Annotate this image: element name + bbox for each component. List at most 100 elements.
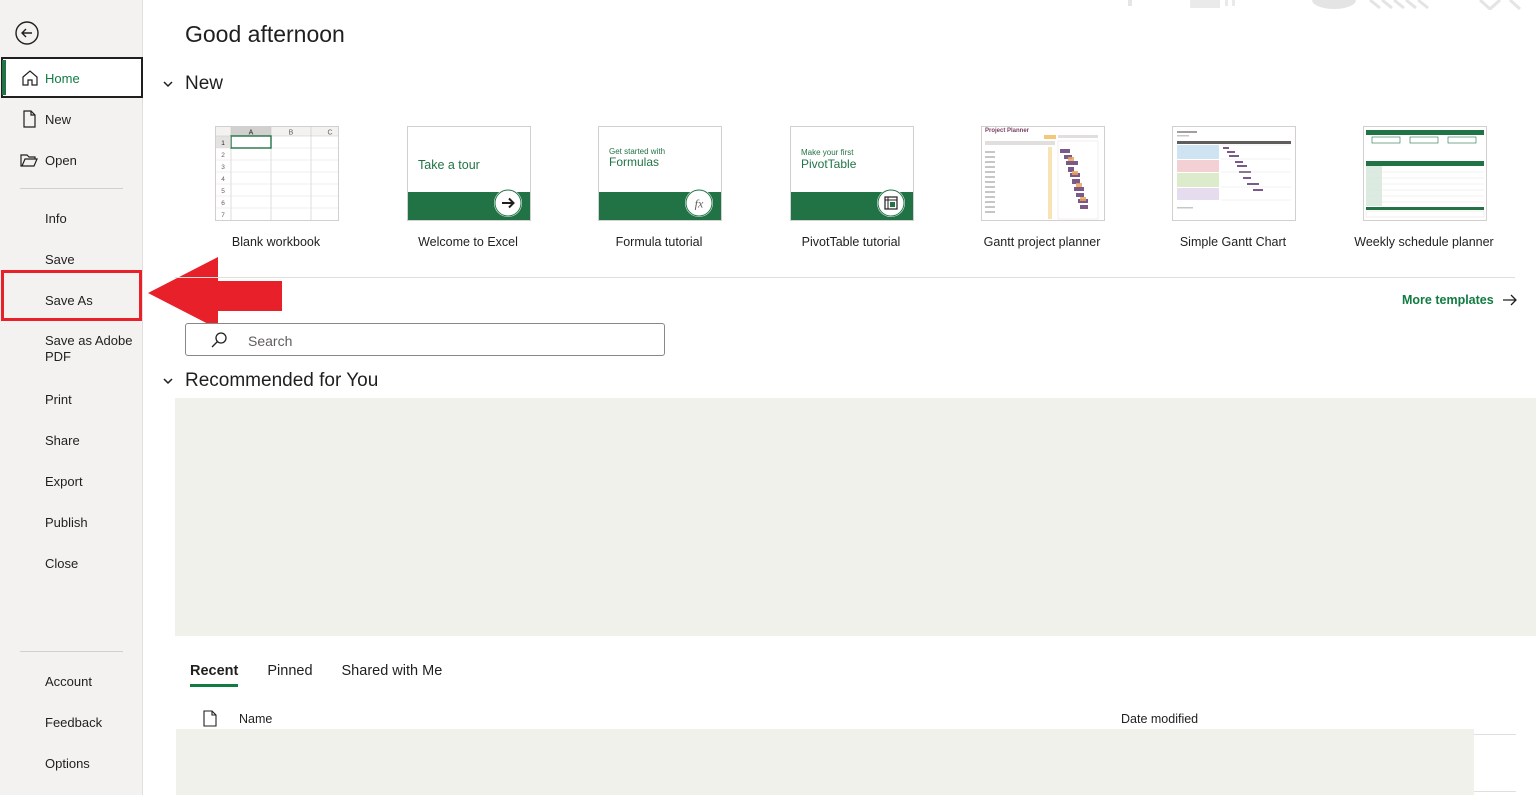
file-icon [203,710,217,727]
template-label: Blank workbook [231,235,321,249]
file-list-panel [176,729,1474,795]
template-label: Simple Gantt Chart [1179,235,1287,249]
template-thumbnail [1172,126,1296,221]
greeting-title: Good afternoon [185,21,345,47]
sidebar-item-label: Home [45,71,80,86]
template-weekly-schedule-planner[interactable]: Weekly schedule planner [1354,126,1494,249]
sidebar-item-export[interactable]: Export [0,473,143,489]
grid-col-header: C [327,130,332,137]
template-thumbnail: A B C 1 2 3 4 5 6 7 [215,126,339,221]
template-label: PivotTable tutorial [801,235,901,249]
sidebar-item-save[interactable]: Save [0,251,143,267]
sidebar-item-label: Info [45,210,67,226]
function-fx-icon: fx [685,189,713,217]
recommended-panel [175,398,1536,636]
sidebar-item-close[interactable]: Close [0,555,143,571]
template-search-box[interactable] [185,323,665,356]
grid-row-header: 7 [221,212,225,219]
column-header-date-modified[interactable]: Date modified [1121,712,1198,726]
tab-recent[interactable]: Recent [190,663,239,687]
template-thumbnail [1363,126,1487,221]
thumb-big-text: PivotTable [801,157,857,171]
sidebar-item-label: Print [45,391,72,407]
recommended-section-title: Recommended for You [185,370,379,391]
gantt-graphic [985,135,1099,220]
sidebar-item-account[interactable]: Account [0,673,143,689]
new-section-title: New [185,73,224,94]
weekly-schedule-graphic [1365,130,1485,218]
chevron-down-icon[interactable] [161,374,175,388]
template-simple-gantt-chart[interactable]: Simple Gantt Chart [1172,126,1296,249]
list-divider [1474,791,1516,792]
chevron-down-icon[interactable] [161,77,175,91]
more-templates-link[interactable]: More templates [1402,293,1518,307]
new-file-icon [23,110,36,128]
grid-col-header: A [249,130,254,137]
tab-pinned[interactable]: Pinned [267,663,312,684]
sidebar-item-label: Save [45,251,75,267]
list-divider [1474,734,1516,735]
template-formula-tutorial[interactable]: Get started with Formulas fx Formula tut… [598,126,722,249]
svg-text:fx: fx [695,197,704,211]
search-icon [211,332,227,348]
template-thumbnail: Project Planner [981,126,1105,221]
sidebar-item-label: Share [45,432,80,448]
column-header-name[interactable]: Name [239,712,272,726]
header-decoration [1128,0,1522,10]
grid-row-header: 5 [221,188,225,195]
sidebar-item-label: Publish [45,514,88,530]
sidebar-item-home[interactable]: Home [1,57,143,98]
template-welcome-to-excel[interactable]: Take a tour Welcome to Excel [407,126,531,249]
template-label: Weekly schedule planner [1354,235,1494,249]
sidebar-item-label: Save as Adobe PDF [45,333,133,364]
sidebar-item-label: Options [45,755,90,771]
template-pivottable-tutorial[interactable]: Make your first PivotTable PivotTable tu… [790,126,914,249]
save-as-highlight-box [1,270,142,321]
folder-open-icon [20,154,38,167]
sidebar-item-share[interactable]: Share [0,432,143,448]
red-arrow-annotation-icon [148,257,282,329]
arrow-right-icon [494,189,522,217]
pivot-table-icon [877,189,905,217]
sidebar-divider [20,188,123,189]
simple-gantt-graphic [1177,131,1291,209]
sidebar-item-label: Close [45,555,79,571]
template-thumbnail: Make your first PivotTable [790,126,914,221]
sidebar-item-label: Export [45,473,83,489]
blank-grid-graphic: A B C 1 2 3 4 5 6 7 [216,127,338,220]
more-templates-label: More templates [1402,293,1494,307]
grid-row-header: 2 [221,152,225,159]
arrow-right-icon [1502,294,1517,306]
file-tabs: Recent Pinned Shared with Me [190,663,471,687]
sidebar-item-open[interactable]: Open [0,151,143,169]
template-thumbnail: Get started with Formulas fx [598,126,722,221]
thumb-text: Take a tour [418,158,480,172]
sidebar-item-publish[interactable]: Publish [0,514,143,530]
sidebar-divider [20,651,123,652]
template-thumbnail: Take a tour [407,126,531,221]
tab-shared-with-me[interactable]: Shared with Me [342,663,443,684]
template-label: Formula tutorial [615,235,703,249]
sidebar-item-print[interactable]: Print [0,391,143,407]
template-label: Welcome to Excel [418,235,518,249]
sidebar-item-feedback[interactable]: Feedback [0,714,143,730]
sidebar-item-options[interactable]: Options [0,755,143,771]
grid-row-header: 3 [221,164,225,171]
back-arrow-icon[interactable] [14,20,40,46]
template-gantt-project-planner[interactable]: Project Planner Gantt project planner [981,126,1105,249]
thumb-small-text: Make your first [801,148,854,157]
grid-row-header: 6 [221,200,225,207]
sidebar-item-label: Account [45,673,92,689]
grid-row-header: 1 [221,140,225,147]
sidebar-item-label: Open [45,153,77,168]
template-blank-workbook[interactable]: A B C 1 2 3 4 5 6 7 Blank workbook [215,126,339,249]
sidebar-item-save-as-adobe-pdf[interactable]: Save as Adobe PDF [0,333,143,367]
sidebar-item-new[interactable]: New [0,110,143,128]
sidebar-item-info[interactable]: Info [0,210,143,226]
thumb-big-text: Formulas [609,155,660,169]
search-input[interactable] [246,330,650,352]
home-icon [22,70,38,86]
section-divider [175,277,1515,278]
grid-row-header: 4 [221,176,225,183]
sidebar-item-label: Feedback [45,714,103,730]
